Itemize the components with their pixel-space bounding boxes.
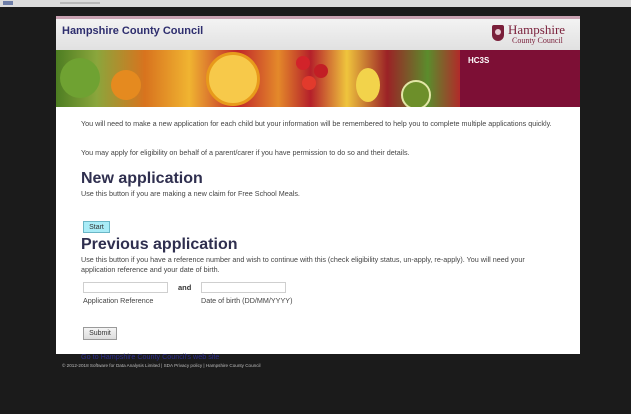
- application-reference-input[interactable]: [83, 282, 168, 293]
- fruit-banner-image: [56, 50, 460, 107]
- new-application-heading: New application: [81, 170, 203, 187]
- application-reference-label: Application Reference: [83, 296, 154, 305]
- date-of-birth-input[interactable]: [201, 282, 286, 293]
- main-page: Hampshire County Council Hampshire Count…: [56, 16, 580, 361]
- site-title: Hampshire County Council: [62, 25, 204, 37]
- intro-text-1: You will need to make a new application …: [81, 119, 552, 128]
- intro-text-2: You may apply for eligibility on behalf …: [81, 148, 410, 157]
- previous-application-description: Use this button if you have a reference …: [81, 255, 525, 274]
- crest-icon: [492, 25, 504, 41]
- date-of-birth-label: Date of birth (DD/MM/YYYY): [201, 296, 293, 305]
- logo-line-2: County Council: [512, 36, 563, 45]
- start-button[interactable]: Start: [83, 221, 110, 233]
- submit-button[interactable]: Submit: [83, 327, 117, 340]
- tab-placeholder: [60, 2, 100, 4]
- previous-application-heading: Previous application: [81, 236, 238, 253]
- banner: HC3S: [56, 50, 580, 107]
- site-header: Hampshire County Council Hampshire Count…: [56, 16, 580, 50]
- window-icon: [3, 1, 13, 5]
- council-logo[interactable]: Hampshire County Council: [490, 22, 574, 48]
- and-label: and: [178, 283, 192, 292]
- footer-text: © 2012-2018 Software for Data Analysis L…: [62, 363, 261, 368]
- new-application-description: Use this button if you are making a new …: [81, 189, 300, 198]
- browser-strip: [0, 0, 631, 7]
- banner-tag: HC3S: [468, 56, 490, 65]
- council-website-link[interactable]: Go to Hampshire County Council's web sit…: [81, 352, 219, 361]
